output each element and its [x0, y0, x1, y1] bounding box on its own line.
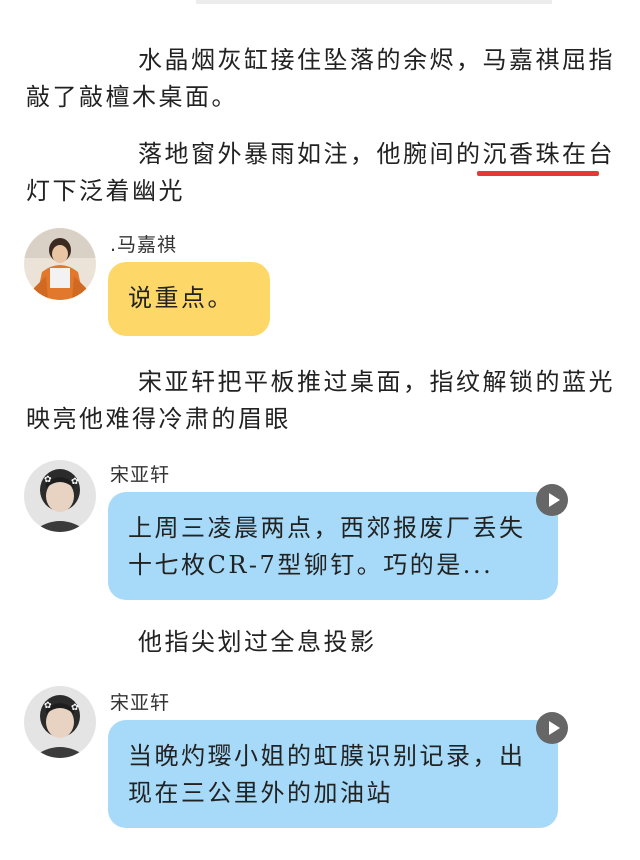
avatar-image: ✿ ✿ [24, 686, 96, 758]
underlined-phrase: 沉香珠在 [482, 140, 589, 168]
top-divider [196, 0, 552, 4]
play-icon[interactable] [536, 712, 568, 744]
avatar-image: ✿ ✿ [24, 460, 96, 532]
play-icon[interactable] [536, 484, 568, 516]
message-text: 当晚灼璎小姐的虹膜识别记录，出现在三公里外的加油站 [128, 742, 526, 807]
svg-text:✿: ✿ [71, 703, 79, 713]
speaker-name: .马嘉祺 [110, 234, 178, 256]
narration-paragraph: 水晶烟灰缸接住坠落的余烬，马嘉祺屈指敲了敲檀木桌面。 [26, 46, 615, 111]
message-text: 上周三凌晨两点，西郊报废厂丢失十七枚CR-7型铆钉。巧的是... [128, 514, 526, 579]
message-bubble: 上周三凌晨两点，西郊报废厂丢失十七枚CR-7型铆钉。巧的是... [108, 492, 558, 600]
message-bubble: 当晚灼璎小姐的虹膜识别记录，出现在三公里外的加油站 [108, 720, 558, 828]
avatar[interactable] [24, 228, 96, 300]
message-bubble: 说重点。 [108, 262, 270, 336]
avatar[interactable]: ✿ ✿ [24, 460, 96, 532]
avatar[interactable]: ✿ ✿ [24, 686, 96, 758]
narration-paragraph: 他指尖划过全息投影 [138, 628, 377, 656]
speaker-name: 宋亚轩 [110, 692, 171, 714]
svg-text:✿: ✿ [44, 475, 52, 485]
narration-paragraph: 宋亚轩把平板推过桌面，指纹解锁的蓝光映亮他难得冷肃的眉眼 [26, 368, 615, 433]
speaker-name: 宋亚轩 [110, 464, 171, 486]
svg-text:✿: ✿ [44, 701, 52, 711]
avatar-image [24, 228, 96, 300]
message-text: 说重点。 [128, 284, 234, 312]
svg-text:✿: ✿ [71, 477, 79, 487]
narration-paragraph: 落地窗外暴雨如注，他腕间的沉香珠在台灯下泛着幽光 [26, 140, 615, 205]
